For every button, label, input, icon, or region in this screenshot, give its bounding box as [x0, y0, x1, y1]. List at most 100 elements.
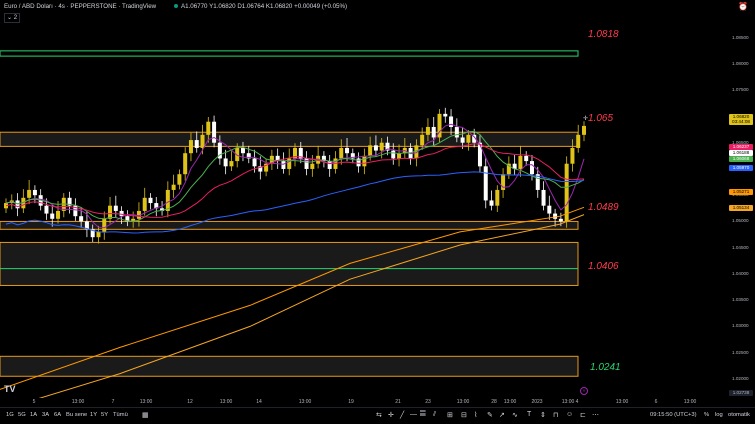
candle-body: [287, 158, 292, 169]
crosshair-tool-icon[interactable]: ✛: [388, 411, 394, 419]
time-tick: 13:00: [683, 399, 697, 405]
auto-scale-toggle[interactable]: otomatik: [728, 412, 750, 418]
chart-header: Euro / ABD Doları · 4s · PEPPERSTONE · T…: [0, 0, 700, 26]
time-tick: 13:00: [561, 399, 575, 405]
candle-body: [425, 126, 430, 135]
time-tick: 12: [187, 399, 193, 405]
time-tick: 13:00: [139, 399, 153, 405]
price-label: 1.06068: [729, 156, 753, 162]
candle-body: [529, 161, 534, 175]
time-tick: 14: [256, 399, 262, 405]
arrow-icon[interactable]: ↗: [499, 411, 505, 419]
price-tick: 1.02000: [732, 375, 749, 381]
ruler-icon[interactable]: ⊓: [553, 411, 558, 419]
text-icon[interactable]: T: [527, 411, 531, 418]
time-tick: 13:00: [219, 399, 233, 405]
candle-body: [183, 153, 188, 175]
fib-icon[interactable]: 𝄚: [420, 411, 426, 419]
range-1g[interactable]: 1G: [6, 412, 14, 418]
more-tools-icon[interactable]: ⋯: [592, 411, 599, 419]
channel-icon[interactable]: ⫽: [433, 411, 436, 419]
trend-line-icon[interactable]: ╱: [400, 411, 404, 419]
time-tick: 21: [395, 399, 401, 405]
range-3a[interactable]: 3A: [42, 412, 49, 418]
bottom-toolbar: 1G 5G 1A 3A 6A Bu sene 1Y 5Y Tümü ▦ ⇆ ✛ …: [0, 407, 755, 424]
clock-label[interactable]: 09:15:50 (UTC+3): [650, 412, 697, 418]
date-range-icon[interactable]: ▦: [142, 411, 149, 419]
candle-body: [327, 161, 332, 169]
candle-body: [541, 189, 546, 206]
candle-body: [368, 145, 373, 156]
path-icon[interactable]: ⌇: [474, 411, 477, 419]
range-all[interactable]: Tümü: [113, 412, 128, 418]
long-position-icon[interactable]: ⊞: [447, 411, 453, 419]
candle-body: [495, 189, 500, 206]
range-5g[interactable]: 5G: [18, 412, 26, 418]
candle-body: [547, 205, 552, 214]
candle-body: [391, 150, 396, 159]
candle-body: [460, 137, 465, 143]
candle-body: [576, 134, 581, 148]
candle-body: [96, 231, 101, 238]
sr-zone-1: [0, 50, 579, 57]
price-tick: 1.05000: [732, 218, 749, 224]
go-to-realtime-icon[interactable]: »: [580, 387, 588, 395]
candle-body: [553, 213, 558, 219]
candle-body: [281, 161, 286, 169]
candle-body: [518, 155, 523, 169]
candle-body: [113, 205, 118, 211]
time-tick: 13:00: [503, 399, 517, 405]
measure-icon[interactable]: ⇕: [540, 411, 546, 419]
sr-zone-4: [0, 241, 579, 286]
horizontal-line-icon[interactable]: —: [410, 411, 417, 418]
candle-body: [223, 158, 228, 167]
candle-body: [148, 197, 153, 204]
candle-body: [558, 218, 563, 222]
log-toggle[interactable]: log: [715, 412, 723, 418]
candle-body: [339, 147, 344, 159]
candle-body: [240, 147, 245, 154]
ohlc-text: A1.06770 Y1.06820 D1.06764 K1.06820 +0.0…: [181, 3, 348, 10]
candle-body: [443, 113, 448, 117]
time-tick: 5: [32, 399, 36, 405]
candle-body: [449, 116, 454, 127]
brush-icon[interactable]: ✎: [487, 411, 493, 419]
symbol-title[interactable]: Euro / ABD Doları · 4s · PEPPERSTONE · T…: [4, 3, 156, 10]
range-6a[interactable]: 6A: [54, 412, 61, 418]
cursor-icon[interactable]: ⇆: [376, 411, 382, 419]
price-chart[interactable]: [0, 0, 728, 398]
short-position-icon[interactable]: ⊟: [461, 411, 467, 419]
candle-body: [362, 155, 367, 167]
candle-body: [27, 189, 32, 198]
magnet-icon[interactable]: ⊏: [580, 411, 586, 419]
candle-body: [142, 197, 147, 211]
candle-body: [582, 125, 586, 135]
time-tick: 19: [348, 399, 354, 405]
candle-body: [229, 161, 234, 167]
candle-body: [489, 200, 494, 206]
ohlc-values: A1.06770 Y1.06820 D1.06764 K1.06820 +0.0…: [172, 3, 347, 10]
time-tick: 13:00: [615, 399, 629, 405]
candle-body: [570, 147, 575, 164]
candle-body: [200, 134, 205, 148]
time-tick: 4: [575, 399, 579, 405]
wave-icon[interactable]: ∿: [512, 411, 518, 419]
time-tick: 23: [425, 399, 431, 405]
market-status-icon: [174, 4, 178, 9]
candle-body: [102, 218, 107, 232]
range-ytd[interactable]: Bu sene: [66, 412, 87, 418]
price-label: 03:44:08: [729, 119, 753, 125]
candle-body: [420, 134, 425, 146]
percent-toggle[interactable]: %: [704, 412, 709, 418]
range-1y[interactable]: 1Y: [90, 412, 97, 418]
candle-body: [477, 142, 482, 167]
tradingview-logo[interactable]: TV: [4, 384, 16, 394]
candle-body: [379, 142, 384, 151]
time-axis[interactable]: 5 13:00 7 13:00 12 13:00 14 13:00 19 21 23 13:00 28 1…: [0, 398, 728, 407]
indicators-collapse-button[interactable]: ⌄ 2: [4, 13, 21, 23]
level-label-5: 1.0241: [590, 362, 621, 373]
icon-tool-icon[interactable]: ☺: [566, 411, 573, 418]
range-1a[interactable]: 1A: [30, 412, 37, 418]
price-axis[interactable]: 1.085001.080001.075001.070001.065001.060…: [728, 0, 755, 398]
range-5y[interactable]: 5Y: [101, 412, 108, 418]
